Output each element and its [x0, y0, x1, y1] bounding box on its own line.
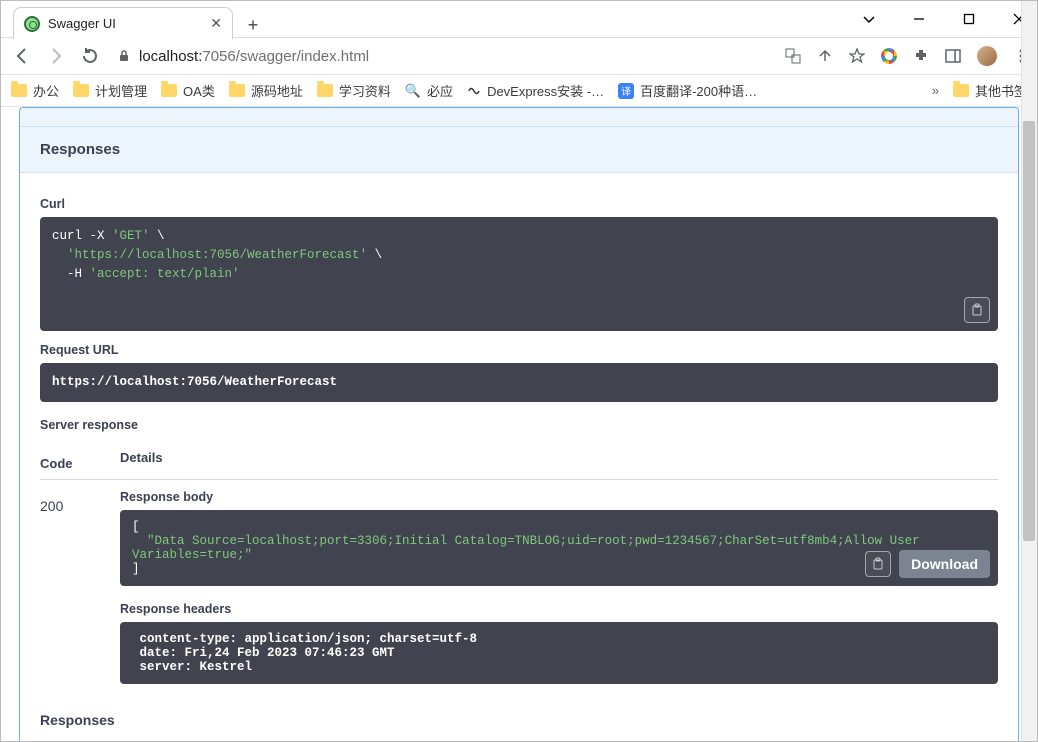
bookmark-other[interactable]: 其他书签	[953, 81, 1027, 100]
toolbar-extensions	[785, 46, 1029, 66]
folder-icon	[317, 84, 333, 97]
bookmark-study[interactable]: 学习资料	[317, 81, 391, 100]
folder-icon	[11, 84, 27, 97]
swagger-operation-block: Responses Curl curl -X 'GET' \ 'https://…	[19, 107, 1019, 741]
folder-icon	[73, 84, 89, 97]
responses-header: Responses	[20, 126, 1018, 172]
server-response-label: Server response	[40, 418, 998, 432]
back-button[interactable]	[9, 43, 35, 69]
tab-strip: Swagger UI ✕ +	[13, 5, 267, 39]
code-column-header: Code	[40, 438, 120, 480]
bookmark-baidu-translate[interactable]: 译百度翻译-200种语…	[618, 81, 757, 100]
folder-icon	[161, 84, 177, 97]
translate-badge-icon: 译	[618, 83, 634, 99]
swagger-favicon-icon	[24, 16, 40, 32]
new-tab-button[interactable]: +	[239, 11, 267, 39]
share-icon[interactable]	[817, 48, 833, 64]
page-viewport[interactable]: Responses Curl curl -X 'GET' \ 'https://…	[1, 107, 1037, 741]
folder-icon	[229, 84, 245, 97]
response-code: 200	[40, 479, 120, 694]
bookmark-star-icon[interactable]	[849, 48, 865, 64]
responses-body: Curl curl -X 'GET' \ 'https://localhost:…	[20, 172, 1018, 741]
response-row: 200 Response body [ "Data Source=localho…	[40, 479, 998, 694]
window-chevron-down-icon[interactable]	[855, 5, 883, 33]
copy-curl-button[interactable]	[964, 297, 990, 323]
outer-scrollbar[interactable]	[1021, 1, 1037, 741]
response-body-block: [ "Data Source=localhost;port=3306;Initi…	[120, 510, 998, 586]
extensions-icon[interactable]	[913, 48, 929, 64]
search-icon: 🔍	[405, 83, 421, 99]
window-maximize-button[interactable]	[955, 5, 983, 33]
lower-responses-title: Responses	[40, 712, 998, 728]
bookmark-plan[interactable]: 计划管理	[73, 81, 147, 100]
request-url-label: Request URL	[40, 343, 998, 357]
copy-response-button[interactable]	[865, 551, 891, 577]
tab-title: Swagger UI	[48, 16, 202, 31]
bookmark-oa[interactable]: OA类	[161, 81, 215, 100]
lock-icon	[117, 49, 131, 63]
sidepanel-icon[interactable]	[945, 48, 961, 64]
reload-button[interactable]	[77, 43, 103, 69]
devexpress-icon	[467, 84, 481, 98]
address-bar[interactable]: localhost:7056/swagger/index.html	[111, 44, 777, 69]
browser-window: Swagger UI ✕ + localhost:7056/swagger/in…	[0, 0, 1038, 742]
profile-avatar[interactable]	[977, 46, 997, 66]
server-response-table: Code Details 200 Response body [ "Data S…	[40, 438, 998, 694]
request-url-block: https://localhost:7056/WeatherForecast	[40, 363, 998, 402]
bookmark-devexpress[interactable]: DevExpress安装 -…	[467, 81, 604, 100]
curl-label: Curl	[40, 197, 998, 211]
clipboard-icon	[871, 557, 885, 571]
download-button[interactable]: Download	[899, 550, 990, 578]
response-headers-block: content-type: application/json; charset=…	[120, 622, 998, 684]
description-column-header: Description	[120, 734, 908, 742]
toolbar: localhost:7056/swagger/index.html	[1, 37, 1037, 75]
outer-scrollbar-thumb[interactable]	[1023, 121, 1035, 541]
bookmarks-bar: 办公 计划管理 OA类 源码地址 学习资料 🔍必应 DevExpress安装 -…	[1, 75, 1037, 107]
folder-icon	[953, 84, 969, 97]
bookmark-bing[interactable]: 🔍必应	[405, 81, 453, 100]
bookmarks-overflow-icon[interactable]: »	[932, 83, 939, 98]
translate-icon[interactable]	[785, 48, 801, 64]
window-minimize-button[interactable]	[905, 5, 933, 33]
forward-button[interactable]	[43, 43, 69, 69]
chrome-apps-icon[interactable]	[881, 48, 897, 64]
response-headers-label: Response headers	[120, 602, 998, 616]
responses-schema-table: Code Description Links 200 No links	[40, 734, 998, 742]
responses-title: Responses	[40, 141, 998, 158]
clipboard-icon	[970, 303, 984, 317]
url-text: localhost:7056/swagger/index.html	[139, 48, 369, 65]
browser-tab[interactable]: Swagger UI ✕	[13, 7, 233, 39]
response-body-label: Response body	[120, 490, 998, 504]
tab-close-icon[interactable]: ✕	[210, 15, 222, 32]
bookmark-office[interactable]: 办公	[11, 81, 59, 100]
bookmark-src[interactable]: 源码地址	[229, 81, 303, 100]
curl-code-block: curl -X 'GET' \ 'https://localhost:7056/…	[40, 217, 998, 331]
details-column-header: Details	[120, 438, 998, 480]
links-column-header: Links	[908, 734, 998, 742]
code-column-header: Code	[40, 734, 120, 742]
